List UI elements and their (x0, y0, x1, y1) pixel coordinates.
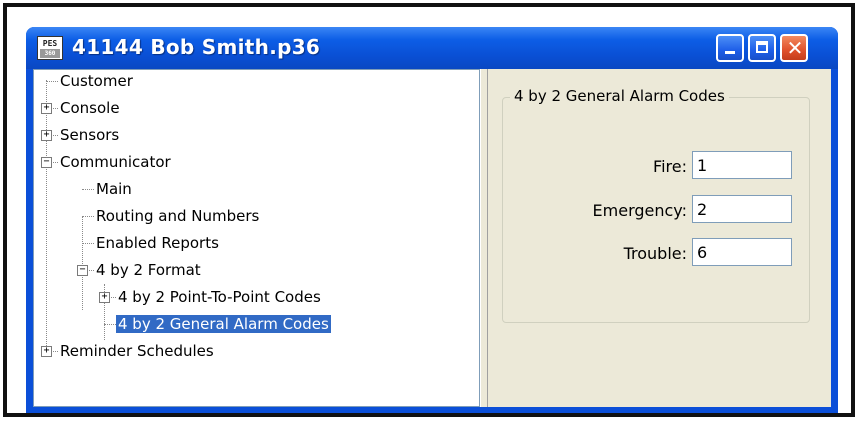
tree-line (82, 189, 94, 190)
tree-item-label: Routing and Numbers (96, 207, 260, 225)
expand-icon[interactable]: + (41, 130, 52, 141)
app-icon-label-bottom: 360 (40, 49, 60, 58)
app-icon[interactable]: PES 360 (37, 36, 63, 60)
tree-item-label: Sensors (60, 126, 120, 144)
maximize-icon (756, 41, 768, 53)
tree-item-customer[interactable]: Customer (58, 70, 135, 92)
groupbox-title: 4 by 2 General Alarm Codes (510, 87, 729, 105)
tree-item-console[interactable]: Console (58, 97, 122, 119)
tree-item-main[interactable]: Main (94, 178, 134, 200)
trouble-label: Trouble: (623, 244, 687, 263)
tree-view[interactable]: Customer + Console + Sensors − Communica… (33, 69, 480, 407)
tree-item-general-alarm-codes[interactable]: 4 by 2 General Alarm Codes (115, 313, 332, 335)
minimize-button[interactable] (716, 34, 744, 62)
expand-icon[interactable]: + (99, 292, 110, 303)
window-title: 41144 Bob Smith.p36 (72, 35, 321, 59)
tree-item-label: Customer (60, 72, 133, 90)
tree-line (104, 324, 116, 325)
tree-item-routing-and-numbers[interactable]: Routing and Numbers (94, 205, 261, 227)
pane-splitter[interactable] (480, 69, 488, 407)
tree-item-label: Main (96, 180, 132, 198)
title-bar[interactable]: PES 360 41144 Bob Smith.p36 ✕ (26, 27, 838, 69)
app-icon-label-top: PES (42, 39, 58, 48)
tree-item-label: Communicator (60, 153, 171, 171)
expand-icon[interactable]: + (41, 103, 52, 114)
emergency-label: Emergency: (592, 201, 687, 220)
collapse-icon[interactable]: − (41, 157, 52, 168)
tree-item-point-to-point-codes[interactable]: 4 by 2 Point-To-Point Codes (116, 286, 323, 308)
tree-line (46, 81, 58, 82)
tree-item-label: 4 by 2 General Alarm Codes (115, 314, 332, 334)
tree-item-reminder-schedules[interactable]: Reminder Schedules (58, 340, 216, 362)
fire-field[interactable] (692, 151, 792, 179)
client-area: Customer + Console + Sensors − Communica… (33, 69, 831, 407)
close-icon: ✕ (786, 36, 804, 60)
collapse-icon[interactable]: − (77, 265, 88, 276)
maximize-button[interactable] (748, 34, 776, 62)
tree-line (82, 216, 94, 217)
tree-line (46, 80, 47, 352)
close-button[interactable]: ✕ (780, 34, 808, 62)
trouble-field[interactable] (692, 238, 792, 266)
tree-item-communicator[interactable]: Communicator (58, 151, 173, 173)
tree-line (82, 216, 83, 310)
tree-item-label: Enabled Reports (96, 234, 219, 252)
tree-item-4by2-format[interactable]: 4 by 2 Format (94, 259, 203, 281)
expand-icon[interactable]: + (41, 346, 52, 357)
tree-item-label: 4 by 2 Point-To-Point Codes (118, 288, 321, 306)
tree-item-enabled-reports[interactable]: Enabled Reports (94, 232, 221, 254)
tree-item-sensors[interactable]: Sensors (58, 124, 121, 146)
emergency-field[interactable] (692, 195, 792, 223)
tree-item-label: Console (60, 99, 120, 117)
minimize-icon (725, 51, 735, 54)
app-window: PES 360 41144 Bob Smith.p36 ✕ Customer +… (26, 27, 838, 413)
tree-item-label: 4 by 2 Format (96, 261, 201, 279)
fire-label: Fire: (653, 157, 687, 176)
tree-line (82, 243, 94, 244)
tree-item-label: Reminder Schedules (60, 342, 214, 360)
details-pane: 4 by 2 General Alarm Codes Fire: Emergen… (488, 69, 831, 407)
